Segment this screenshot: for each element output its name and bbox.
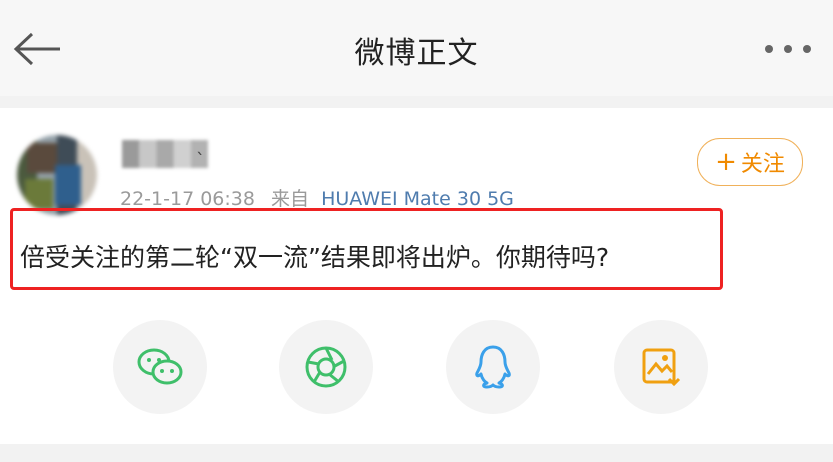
post-meta: 22-1-17 06:38 来自 HUAWEI Mate 30 5G xyxy=(120,184,514,211)
more-options-button[interactable] xyxy=(753,24,823,74)
page-title: 微博正文 xyxy=(354,36,479,71)
more-dots-icon xyxy=(765,45,811,53)
bottom-divider xyxy=(0,444,833,462)
follow-label: 关注 xyxy=(740,152,785,177)
section-divider xyxy=(0,96,833,108)
post-timestamp: 22-1-17 06:38 xyxy=(120,188,255,210)
share-qq-button[interactable] xyxy=(446,320,540,414)
avatar[interactable] xyxy=(17,135,97,215)
save-image-button[interactable] xyxy=(614,320,708,414)
wechat-icon xyxy=(137,348,183,385)
moments-icon xyxy=(305,346,347,388)
follow-button[interactable]: + 关注 xyxy=(697,138,803,186)
post-device[interactable]: HUAWEI Mate 30 5G xyxy=(321,188,514,210)
qq-icon xyxy=(475,345,511,389)
username-tail-glyph: ` xyxy=(196,150,205,171)
plus-icon: + xyxy=(715,147,737,177)
save-image-icon xyxy=(642,348,681,387)
red-highlight-box xyxy=(10,208,723,290)
share-wechat-button[interactable] xyxy=(113,320,207,414)
post-source-label: 来自 xyxy=(271,188,310,210)
share-moments-button[interactable] xyxy=(279,320,373,414)
weibo-post-card: ` 22-1-17 06:38 来自 HUAWEI Mate 30 5G + 关… xyxy=(0,108,833,444)
top-nav-bar: 微博正文 xyxy=(0,0,833,97)
